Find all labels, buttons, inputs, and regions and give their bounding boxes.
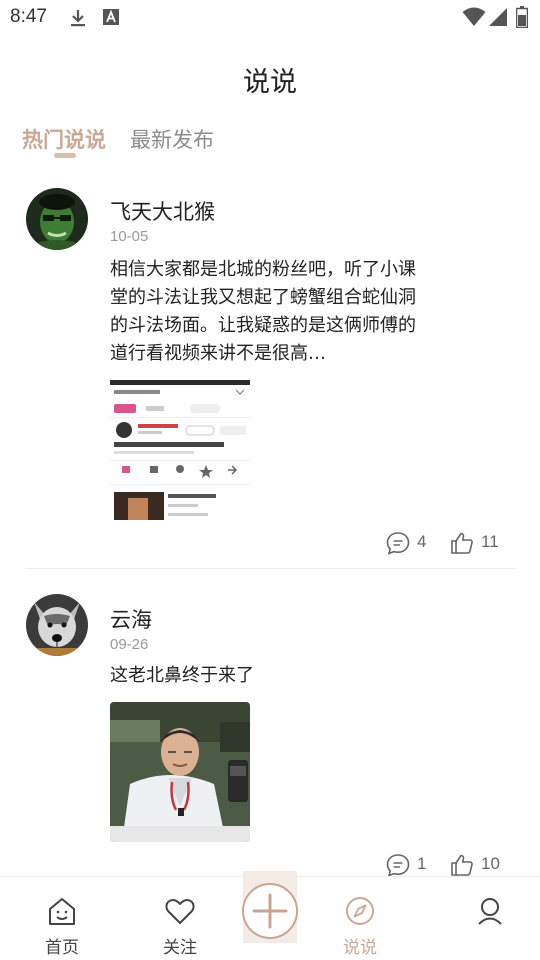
signal-icon — [489, 8, 507, 26]
page-title: 说说 — [243, 67, 297, 98]
status-bar: 8:47 — [0, 0, 540, 36]
post-date: 10-05 — [110, 228, 149, 245]
post-author: 飞天大北猴 — [110, 200, 215, 224]
nav-home[interactable]: 首页 — [12, 877, 112, 960]
comment-icon — [386, 532, 410, 555]
post-divider — [26, 568, 516, 569]
comment-button[interactable]: 4 — [385, 530, 435, 558]
post-text: 这老北鼻终于来了 — [110, 665, 254, 686]
tab-active-indicator — [54, 153, 76, 158]
nav-home-label: 首页 — [45, 938, 79, 958]
like-count: 10 — [481, 854, 500, 873]
plus-icon — [252, 893, 288, 929]
comment-count: 1 — [417, 854, 427, 873]
comment-count: 4 — [417, 532, 427, 551]
tab-hot[interactable]: 热门说说 — [22, 124, 106, 154]
post-text: 相信大家都是北城的粉丝吧，听了小课堂的斗法让我又想起了螃蟹组合蛇仙洞的斗法场面。… — [110, 259, 416, 364]
like-button[interactable]: 11 — [449, 530, 509, 558]
home-icon — [49, 898, 75, 925]
user-icon — [478, 898, 502, 925]
tab-latest[interactable]: 最新发布 — [130, 124, 214, 154]
post-image[interactable] — [110, 702, 250, 842]
heart-icon — [165, 899, 195, 924]
battery-icon — [516, 6, 528, 28]
nav-follow-label: 关注 — [163, 938, 197, 958]
avatar[interactable] — [26, 188, 88, 250]
comment-icon — [386, 854, 410, 877]
avatar[interactable] — [26, 594, 88, 656]
nav-shuoshuo[interactable]: 说说 — [310, 877, 410, 960]
download-icon — [71, 10, 85, 27]
like-count: 11 — [481, 532, 499, 551]
wifi-icon — [462, 7, 486, 26]
thumbs-up-icon — [451, 854, 473, 876]
bottom-nav: 首页 关注 说说 — [0, 871, 540, 960]
status-time: 8:47 — [10, 6, 47, 27]
nav-profile[interactable] — [440, 877, 540, 960]
post-date: 09-26 — [110, 636, 149, 653]
post-image[interactable] — [110, 380, 250, 520]
nav-follow[interactable]: 关注 — [130, 877, 230, 960]
add-post-button[interactable] — [242, 883, 298, 939]
font-a-icon — [103, 9, 119, 25]
nav-shuoshuo-label: 说说 — [343, 938, 377, 958]
compass-icon — [346, 897, 374, 925]
thumbs-up-icon — [451, 532, 473, 554]
post-author: 云海 — [110, 608, 152, 632]
